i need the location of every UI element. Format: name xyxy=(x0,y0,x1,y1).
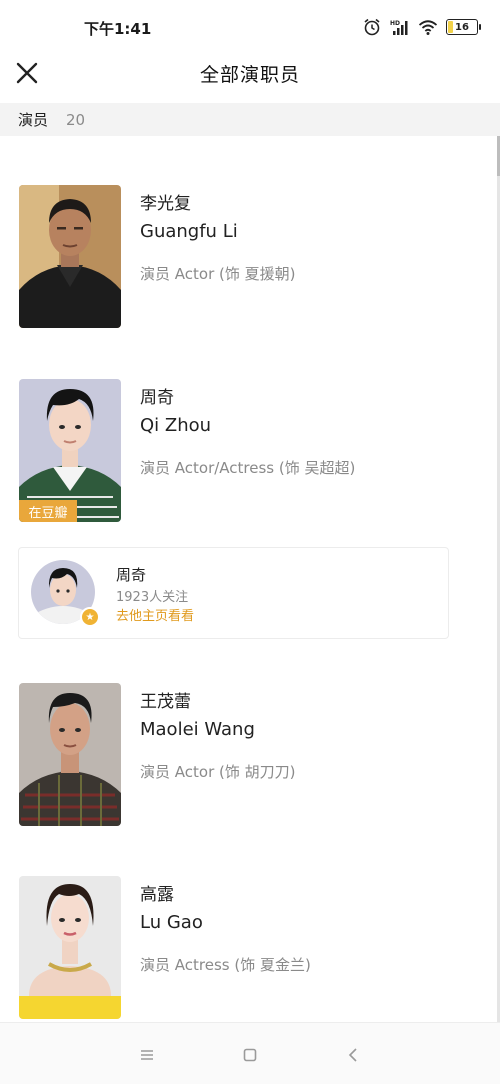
cast-photo[interactable] xyxy=(19,185,121,328)
page-title: 全部演职员 xyxy=(199,64,300,86)
cast-item[interactable]: 李光复 Guangfu Li 演员 Actor (饰 夏援朝) xyxy=(0,185,500,330)
profile-card[interactable]: ★ 周奇 1923人关注 去他主页看看 xyxy=(18,547,449,639)
cast-name-zh: 李光复 xyxy=(140,194,191,214)
battery-icon: 16 xyxy=(446,19,481,35)
menu-icon[interactable] xyxy=(135,1043,159,1067)
status-icons: HD 16 xyxy=(362,18,481,36)
hd-signal-icon: HD xyxy=(390,20,408,35)
cast-name-zh: 高露 xyxy=(140,885,174,905)
status-time: 下午1:41 xyxy=(84,20,152,38)
battery-level: 16 xyxy=(455,21,469,33)
section-count: 20 xyxy=(66,110,86,129)
cast-name-en: Lu Gao xyxy=(140,912,203,933)
section-label: 演员 xyxy=(18,111,49,129)
douban-badge: 在豆瓣 xyxy=(19,500,77,522)
cast-photo[interactable] xyxy=(19,683,121,826)
section-bar: 演员 20 xyxy=(0,103,500,136)
back-icon[interactable] xyxy=(342,1043,366,1067)
cast-name-en: Qi Zhou xyxy=(140,415,212,436)
cast-role: 演员 Actress (饰 夏金兰) xyxy=(140,956,311,974)
cast-item[interactable]: 在豆瓣 周奇 Qi Zhou 演员 Actor/Actress (饰 吴超超) xyxy=(0,379,500,524)
star-icon: ★ xyxy=(80,607,100,627)
profile-link[interactable]: 去他主页看看 xyxy=(116,605,194,624)
header: 全部演职员 xyxy=(0,46,500,100)
profile-followers: 1923人关注 xyxy=(116,590,189,605)
cast-photo[interactable] xyxy=(19,876,121,1019)
svg-text:HD: HD xyxy=(390,20,400,27)
profile-name: 周奇 xyxy=(116,566,147,584)
cast-name-zh: 周奇 xyxy=(140,388,174,408)
cast-name-zh: 王茂蕾 xyxy=(140,692,191,712)
alarm-icon xyxy=(364,18,380,36)
cast-name-en: Maolei Wang xyxy=(140,719,255,740)
wifi-icon xyxy=(418,20,438,35)
cast-item[interactable]: 王茂蕾 Maolei Wang 演员 Actor (饰 胡刀刀) xyxy=(0,683,500,828)
cast-photo[interactable]: 在豆瓣 xyxy=(19,379,121,522)
cast-list[interactable]: 李光复 Guangfu Li 演员 Actor (饰 夏援朝) 在豆瓣 周奇 Q… xyxy=(0,136,500,1022)
cast-role: 演员 Actor/Actress (饰 吴超超) xyxy=(140,459,356,477)
battery-fill xyxy=(448,21,453,33)
cast-name-en: Guangfu Li xyxy=(140,221,238,242)
home-icon[interactable] xyxy=(238,1043,262,1067)
nav-bar xyxy=(0,1022,500,1084)
cast-item[interactable]: 高露 Lu Gao 演员 Actress (饰 夏金兰) xyxy=(0,876,500,1021)
cast-role: 演员 Actor (饰 胡刀刀) xyxy=(140,763,296,781)
cast-role: 演员 Actor (饰 夏援朝) xyxy=(140,265,296,283)
